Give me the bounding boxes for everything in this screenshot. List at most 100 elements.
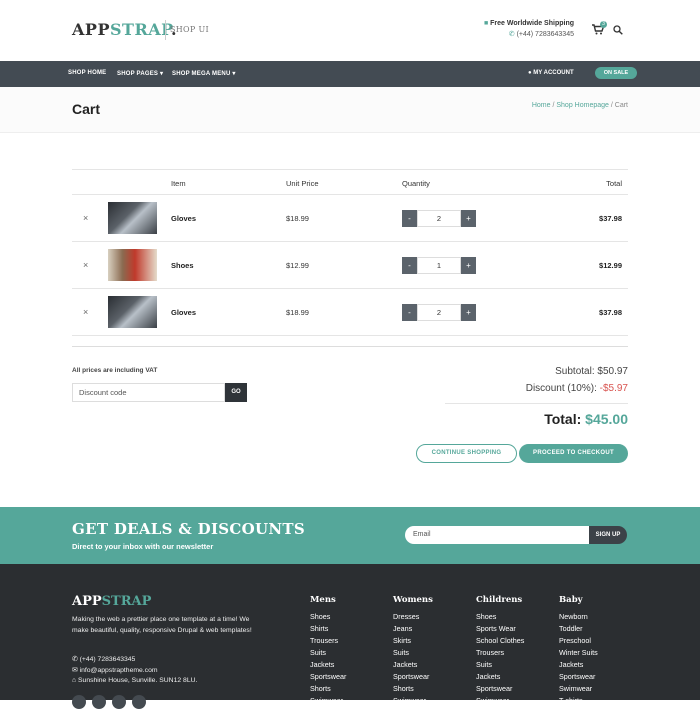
footer-link[interactable]: Shorts [310,683,346,695]
proceed-to-checkout-button[interactable]: PROCEED TO CHECKOUT [519,444,628,463]
increase-quantity-button[interactable]: + [461,304,476,321]
footer-link[interactable]: Shoes [310,611,346,623]
on-sale-button[interactable]: ON SALE [595,67,637,79]
footer-link[interactable]: Swimwear [559,683,598,695]
shipping-info: ■ Free Worldwide Shipping ✆ (+44) 728364… [484,20,574,38]
footer-link[interactable]: Trousers [310,635,346,647]
footer-link[interactable]: Dresses [393,611,433,623]
footer-column-title: Mens [310,595,336,605]
nav-shop-pages[interactable]: SHOP PAGES ▾ [117,70,163,77]
search-icon[interactable] [613,25,623,35]
unit-price: $18.99 [286,308,309,317]
decrease-quantity-button[interactable]: - [402,257,417,274]
subtotal-value: $50.97 [597,366,628,377]
footer-link[interactable]: Suits [393,647,433,659]
footer-column-title: Childrens [476,595,523,605]
quantity-input[interactable]: 1 [417,257,461,274]
quantity-input[interactable]: 2 [417,304,461,321]
line-total: $37.98 [599,214,622,223]
header-phone: (+44) 7283643345 [516,31,574,38]
social-icon[interactable] [72,695,86,709]
product-name[interactable]: Shoes [171,261,194,270]
social-icon[interactable] [92,695,106,709]
line-total: $37.98 [599,308,622,317]
footer-link[interactable]: Sports Wear [476,623,524,635]
footer-link[interactable]: Winter Suits [559,647,598,659]
footer-link[interactable]: Shorts [393,683,433,695]
quantity-input[interactable]: 2 [417,210,461,227]
cart-row: × Gloves $18.99 - 2 + $37.98 [72,195,628,242]
footer-column-mens: Mens Shoes Shirts Trousers Suits Jackets… [310,595,346,707]
summary-divider [445,403,628,404]
product-thumbnail[interactable] [108,202,157,234]
footer-link[interactable]: Suits [476,659,524,671]
continue-shopping-button[interactable]: CONTINUE SHOPPING [416,444,517,463]
footer-link[interactable]: Swimwear [476,695,524,707]
footer-column-baby: Baby Newborn Toddler Preschool Winter Su… [559,595,598,707]
footer-link[interactable]: Suits [310,647,346,659]
remove-item-icon[interactable]: × [83,307,88,317]
footer-link[interactable]: Trousers [476,647,524,659]
header-unit-price: Unit Price [286,179,319,188]
footer-link[interactable]: Preschool [559,635,598,647]
decrease-quantity-button[interactable]: - [402,304,417,321]
footer-link[interactable]: Jeans [393,623,433,635]
footer-link[interactable]: Shirts [310,623,346,635]
breadcrumb: Home / Shop Homepage / Cart [531,102,628,109]
footer-email[interactable]: info@appstraptheme.com [80,667,158,674]
discount-code-input[interactable]: Discount code [72,383,225,402]
logo-subtitle: SHOP UI [170,25,209,34]
newsletter-signup-button[interactable]: SIGN UP [589,526,627,544]
increase-quantity-button[interactable]: + [461,210,476,227]
footer-link[interactable]: T-shirts [559,695,598,707]
breadcrumb-current: Cart [614,102,628,109]
footer-column-title: Baby [559,595,583,605]
remove-item-icon[interactable]: × [83,260,88,270]
apply-discount-button[interactable]: GO [225,383,247,402]
footer-link[interactable]: Sportswear [393,671,433,683]
my-account-link[interactable]: ● MY ACCOUNT [528,70,574,76]
footer-link[interactable]: Sportswear [476,683,524,695]
site-footer: APPSTRAP Making the web a prettier place… [0,564,700,709]
site-header: APPSTRAP. SHOP UI ■ Free Worldwide Shipp… [0,0,700,61]
envelope-icon: ✉ [72,666,78,674]
footer-link[interactable]: Jackets [476,671,524,683]
footer-link[interactable]: Jackets [393,659,433,671]
footer-link[interactable]: Swimwear [393,695,433,707]
site-logo[interactable]: APPSTRAP. [72,20,177,39]
footer-link[interactable]: Sportswear [310,671,346,683]
product-thumbnail[interactable] [108,296,157,328]
header-item: Item [171,179,186,188]
product-thumbnail[interactable] [108,249,157,281]
unit-price: $12.99 [286,261,309,270]
breadcrumb-home[interactable]: Home [532,102,551,109]
footer-column-childrens: Childrens Shoes Sports Wear School Cloth… [476,595,524,707]
footer-link[interactable]: Jackets [559,659,598,671]
footer-link[interactable]: School Clothes [476,635,524,647]
product-name[interactable]: Gloves [171,308,196,317]
social-icon[interactable] [132,695,146,709]
newsletter-email-input[interactable]: Email [405,526,590,544]
decrease-quantity-button[interactable]: - [402,210,417,227]
footer-link[interactable]: Jackets [310,659,346,671]
shipping-title: Free Worldwide Shipping [490,20,574,27]
footer-link[interactable]: Skirts [393,635,433,647]
footer-address: Sunshine House, Sunville. SUN12 8LU. [78,677,198,684]
footer-link[interactable]: Newborn [559,611,598,623]
unit-price: $18.99 [286,214,309,223]
product-name[interactable]: Gloves [171,214,196,223]
newsletter-banner: GET DEALS & DISCOUNTS Direct to your inb… [0,507,700,564]
increase-quantity-button[interactable]: + [461,257,476,274]
remove-item-icon[interactable]: × [83,213,88,223]
footer-link[interactable]: Toddler [559,623,598,635]
social-icon[interactable] [112,695,126,709]
breadcrumb-shop-homepage[interactable]: Shop Homepage [556,102,609,109]
nav-shop-home[interactable]: SHOP HOME [68,70,106,76]
footer-link[interactable]: Sportswear [559,671,598,683]
social-links [72,695,152,714]
footer-link[interactable]: Swimwear [310,695,346,707]
footer-link[interactable]: Shoes [476,611,524,623]
footer-logo[interactable]: APPSTRAP [72,594,151,609]
nav-shop-mega-menu[interactable]: SHOP MEGA MENU ▾ [172,70,236,77]
cart-count-badge: 3 [600,21,607,28]
